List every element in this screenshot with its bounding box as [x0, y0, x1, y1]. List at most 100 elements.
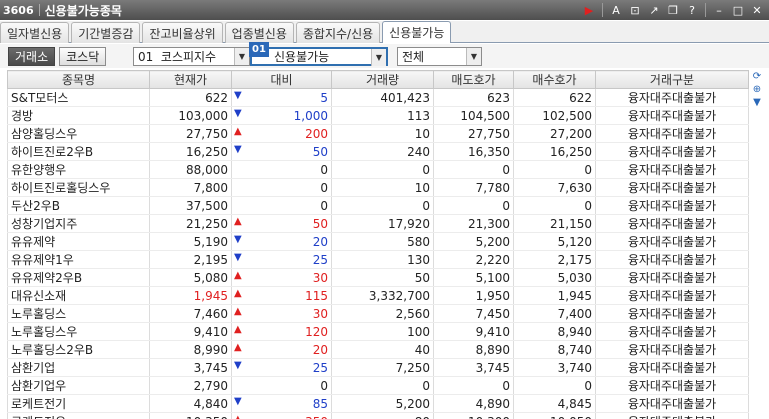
stock-name[interactable]: 삼환기업 — [7, 358, 150, 377]
title-bar-icons: ▶ A ⊡ ↗ ❐ ? – □ ✕ — [581, 2, 765, 18]
price-change: 0 — [231, 196, 332, 215]
bid-price: 2,175 — [513, 250, 596, 269]
price-change: ▼ 5 — [231, 88, 332, 107]
help-icon[interactable]: ? — [684, 2, 700, 18]
stock-name[interactable]: 삼환기업우 — [7, 376, 150, 395]
stock-name[interactable]: 하이트진로2우B — [7, 142, 150, 161]
tab-5[interactable]: 종합지수/신용 — [295, 22, 381, 43]
table-row[interactable]: 유한양행우 88,000 0 0 0 0 융자대주대출불가 — [7, 160, 749, 179]
stock-name[interactable]: 성창기업지주 — [7, 214, 150, 233]
current-price: 7,800 — [149, 178, 232, 197]
market-kosdaq-button[interactable]: 코스닥 — [59, 47, 107, 66]
volume: 40 — [331, 340, 434, 359]
table-row[interactable]: 성창기업지주 21,250 ▲ 50 17,920 21,300 21,150 융자대주대출불… — [7, 214, 749, 233]
chevron-down-icon[interactable]: ▼ — [234, 48, 249, 65]
trade-type: 융자대주대출불가 — [595, 142, 749, 161]
table-row[interactable]: 노루홀딩스2우B 8,990 ▲ 20 40 8,890 8,740 융자대주대출불가 — [7, 340, 749, 359]
stock-name[interactable]: 삼양홀딩스우 — [7, 124, 150, 143]
table-row[interactable]: 로케트전기 4,840 ▼ 85 5,200 4,890 4,845 융자대주대출불가 — [7, 394, 749, 413]
stock-name[interactable]: 하이트진로홀딩스우 — [7, 178, 150, 197]
ask-price: 10,300 — [433, 412, 514, 419]
tab-1[interactable]: 일자별신용 — [0, 22, 70, 43]
stock-name[interactable]: 노루홀딩스 — [7, 304, 150, 323]
current-price: 5,190 — [149, 232, 232, 251]
column-header-type[interactable]: 거래구분 — [595, 70, 749, 89]
table-row[interactable]: 유유제약 5,190 ▼ 20 580 5,200 5,120 융자대주대출불가 — [7, 232, 749, 251]
minimize-icon[interactable]: – — [711, 2, 727, 18]
tab-3[interactable]: 잔고비율상위 — [142, 22, 223, 43]
table-row[interactable]: 로케트전우10,350▲ 3508010,30010,050융자대주대출불가 — [7, 412, 749, 419]
table-row[interactable]: 두산2우B 37,500 0 0 0 0 융자대주대출불가 — [7, 196, 749, 215]
play-icon[interactable]: ▶ — [581, 2, 597, 18]
triangle-down-icon: ▼ — [234, 396, 242, 407]
column-header-bid[interactable]: 매수호가 — [513, 70, 596, 89]
table-row[interactable]: 하이트진로홀딩스우 7,800 0 10 7,780 7,630 융자대주대출불가 — [7, 178, 749, 197]
market-kospi-button[interactable]: 거래소 — [8, 47, 56, 66]
table-row[interactable]: 삼환기업 3,745 ▼ 25 7,250 3,745 3,740 융자대주대출불가 — [7, 358, 749, 377]
table-row[interactable]: 삼양홀딩스우 27,750 ▲ 200 10 27,750 27,200 융자대주대출불가 — [7, 124, 749, 143]
price-change-value: 115 — [305, 288, 328, 303]
table-row[interactable]: 노루홀딩스우 9,410 ▲ 120 100 9,410 8,940 융자대주대출불가 — [7, 322, 749, 341]
table-row[interactable]: S&T모터스 622 ▼ 5 401,423 623 622 융자대주대출불가 — [7, 88, 749, 107]
volume: 80 — [331, 412, 434, 419]
credit-select[interactable]: 신용불가능 ▼ — [250, 47, 388, 66]
table-row[interactable]: 삼환기업우 2,790 0 0 0 0 융자대주대출불가 — [7, 376, 749, 395]
stock-name[interactable]: 유유제약 — [7, 232, 150, 251]
filter-select[interactable]: 전체 ▼ — [397, 47, 482, 66]
chevron-down-icon[interactable]: ▼ — [466, 48, 481, 65]
chevron-down-icon[interactable]: ▼ — [371, 49, 386, 66]
stock-name[interactable]: 노루홀딩스2우B — [7, 340, 150, 359]
font-size-icon[interactable]: A — [608, 2, 624, 18]
stock-name[interactable]: 유한양행우 — [7, 160, 150, 179]
bid-price: 102,500 — [513, 106, 596, 125]
column-header-volume[interactable]: 거래량 — [331, 70, 434, 89]
filter-select-value: 전체 — [402, 50, 425, 64]
trade-type: 융자대주대출불가 — [595, 304, 749, 323]
ask-price: 623 — [433, 88, 514, 107]
refresh-icon[interactable]: ⟳ — [750, 70, 764, 83]
triangle-down-icon: ▼ — [234, 360, 242, 371]
maximize-icon[interactable]: □ — [730, 2, 746, 18]
add-icon[interactable]: ⊕ — [750, 83, 764, 96]
link-icon[interactable]: ↗ — [646, 2, 662, 18]
tab-2[interactable]: 기간별증감 — [71, 22, 141, 43]
ask-price: 9,410 — [433, 322, 514, 341]
table-row[interactable]: 하이트진로2우B 16,250 ▼ 50 240 16,350 16,250 융자대주대출불가 — [7, 142, 749, 161]
table-row[interactable]: 유유제약2우B 5,080 ▲ 30 50 5,100 5,030 융자대주대출불가 — [7, 268, 749, 287]
bid-price: 7,630 — [513, 178, 596, 197]
stock-name[interactable]: 로케트전기 — [7, 394, 150, 413]
table-row[interactable]: 노루홀딩스 7,460 ▲ 30 2,560 7,450 7,400 융자대주대출불가 — [7, 304, 749, 323]
stock-name[interactable]: 유유제약1우 — [7, 250, 150, 269]
column-header-name[interactable]: 종목명 — [7, 70, 150, 89]
stock-name[interactable]: 유유제약2우B — [7, 268, 150, 287]
volume: 580 — [331, 232, 434, 251]
column-header-change[interactable]: 대비 — [231, 70, 332, 89]
table-row[interactable]: 유유제약1우 2,195 ▼ 25 130 2,220 2,175 융자대주대출불가 — [7, 250, 749, 269]
stock-name[interactable]: 노루홀딩스우 — [7, 322, 150, 341]
volume: 100 — [331, 322, 434, 341]
tab-6[interactable]: 신용불가능 — [382, 21, 452, 43]
trade-type: 융자대주대출불가 — [595, 106, 749, 125]
stock-name[interactable]: 두산2우B — [7, 196, 150, 215]
stock-table: 종목명 현재가 대비 거래량 매도호가 매수호가 거래구분 S&T모터스 622 ▼… — [7, 70, 749, 419]
price-change-value: 50 — [312, 216, 328, 231]
index-select[interactable]: 01 코스피지수 ▼ — [133, 47, 250, 66]
chevron-down-icon[interactable]: ▼ — [750, 96, 764, 109]
trade-type: 융자대주대출불가 — [595, 340, 749, 359]
copy-window-icon[interactable]: ❐ — [665, 2, 681, 18]
column-header-price[interactable]: 현재가 — [149, 70, 232, 89]
table-row[interactable]: 경방 103,000 ▼ 1,000 113 104,500 102,500 융자대주대출불가 — [7, 106, 749, 125]
table-row[interactable]: 대유신소재 1,945 ▲ 115 3,332,700 1,950 1,945 융자대주대출불… — [7, 286, 749, 305]
current-price: 2,790 — [149, 376, 232, 395]
stock-name[interactable]: 로케트전우 — [7, 412, 150, 419]
stock-name[interactable]: 대유신소재 — [7, 286, 150, 305]
price-change: ▼ 1,000 — [231, 106, 332, 125]
tab-4[interactable]: 업종별신용 — [224, 22, 294, 43]
title-bar: 3606 신용불가능종목 ▶ A ⊡ ↗ ❐ ? – □ ✕ — [0, 0, 769, 20]
stock-name[interactable]: 경방 — [7, 106, 150, 125]
stock-name[interactable]: S&T모터스 — [7, 88, 150, 107]
ask-price: 2,220 — [433, 250, 514, 269]
settings-icon[interactable]: ⊡ — [627, 2, 643, 18]
close-icon[interactable]: ✕ — [749, 2, 765, 18]
column-header-ask[interactable]: 매도호가 — [433, 70, 514, 89]
